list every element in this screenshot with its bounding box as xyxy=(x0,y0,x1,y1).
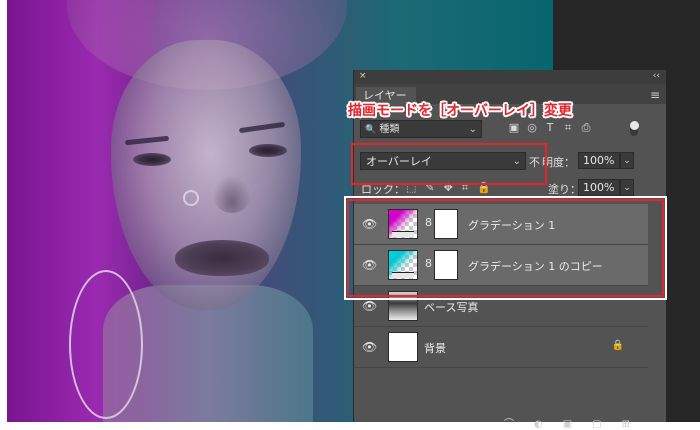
chevron-down-icon: ⌄ xyxy=(468,124,477,135)
lips xyxy=(175,240,269,276)
close-icon[interactable]: × xyxy=(359,71,367,81)
visibility-eye-icon[interactable]: 👁 xyxy=(362,340,377,354)
panel-titlebar: × ‹‹ xyxy=(354,70,666,84)
filter-toggle[interactable] xyxy=(630,121,639,136)
hoop-earring xyxy=(69,270,143,419)
callout-text: 描画モードを［オーバーレイ］変更 xyxy=(348,103,572,119)
fill-label: 塗り： xyxy=(548,183,581,196)
smartobject-filter-icon[interactable]: ⎙ xyxy=(580,122,592,134)
nose xyxy=(212,175,252,213)
fill-chevron-icon[interactable]: ⌄ xyxy=(620,179,634,196)
collapse-icon[interactable]: ‹‹ xyxy=(653,71,660,81)
panel-menu-icon[interactable]: ≡ xyxy=(650,88,660,102)
selected-layers-highlight-box xyxy=(347,199,664,297)
fill-field[interactable]: 100% xyxy=(578,179,620,196)
opacity-field[interactable]: 100% xyxy=(578,152,620,169)
left-eye xyxy=(133,153,171,166)
visibility-eye-icon[interactable]: 👁 xyxy=(362,299,377,313)
blend-mode-highlight-box xyxy=(351,143,547,185)
layer-filter-row: 🔍 種類 ⌄ ▣ ◎ T ⌗ ⎙ xyxy=(360,120,660,140)
filter-kind-select[interactable]: 🔍 種類 ⌄ xyxy=(360,120,482,138)
pixel-filter-icon[interactable]: ▣ xyxy=(508,122,520,134)
filter-kind-label: 種類 xyxy=(379,124,400,135)
layer-name: ベース写真 xyxy=(424,301,479,314)
layer-lock-icon: 🔒 xyxy=(611,340,624,351)
right-eye xyxy=(249,144,287,157)
type-filter-icon[interactable]: T xyxy=(544,122,556,134)
layer-name: 背景 xyxy=(424,342,446,355)
panel-footer-icons: ⌒◐▣▢⊞ xyxy=(504,419,651,430)
adjustment-filter-icon[interactable]: ◎ xyxy=(526,122,538,134)
layer-thumbnail-white xyxy=(388,332,418,362)
layer-row-background[interactable]: 👁 背景 🔒 xyxy=(354,327,648,368)
search-icon: 🔍 xyxy=(365,125,377,135)
shape-filter-icon[interactable]: ⌗ xyxy=(562,122,574,134)
nose-ring xyxy=(183,190,199,206)
opacity-chevron-icon[interactable]: ⌄ xyxy=(620,152,634,169)
